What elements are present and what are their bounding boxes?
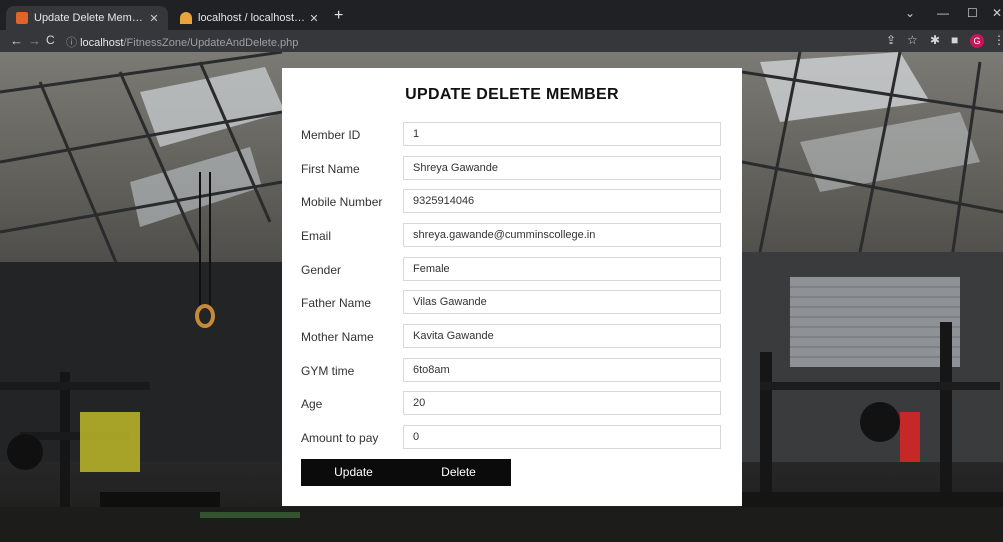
side-panel-icon[interactable]: ■	[951, 33, 958, 47]
member-id-label: Member ID	[301, 128, 361, 142]
father-name-label: Father Name	[301, 296, 372, 310]
page-title: UPDATE DELETE MEMBER	[405, 86, 619, 103]
gender-row: Gender Female	[282, 257, 742, 281]
father-name-row: Father Name Vilas Gawande	[282, 290, 742, 314]
tab-phpmyadmin[interactable]: localhost / localhost:3312 / fitne: ✕	[170, 6, 328, 30]
mother-name-input[interactable]: Kavita Gawande	[403, 324, 721, 348]
profile-avatar[interactable]: G	[970, 34, 984, 48]
update-button[interactable]: Update	[301, 459, 406, 486]
age-label: Age	[301, 397, 323, 411]
gender-input[interactable]: Female	[403, 257, 721, 281]
phpmyadmin-favicon-icon	[180, 12, 192, 24]
tab-update-delete-member[interactable]: Update Delete Member ✕	[6, 6, 168, 30]
first-name-label: First Name	[301, 162, 360, 176]
gym-time-label: GYM time	[301, 364, 355, 378]
father-name-input[interactable]: Vilas Gawande	[403, 290, 721, 314]
mobile-number-label: Mobile Number	[301, 195, 383, 209]
age-row: Age 20	[282, 391, 742, 415]
new-tab-icon[interactable]: +	[334, 7, 343, 25]
tab-search-chevron-icon[interactable]: ⌄	[905, 6, 915, 20]
first-name-row: First Name Shreya Gawande	[282, 156, 742, 180]
url-host: localhost	[80, 37, 124, 49]
amount-to-pay-row: Amount to pay 0	[282, 425, 742, 449]
gender-label: Gender	[301, 263, 342, 277]
url-field[interactable]: ⓘ localhost/FitnessZone/UpdateAndDelete.…	[66, 34, 298, 50]
email-input[interactable]: shreya.gawande@cumminscollege.in	[403, 223, 721, 247]
share-icon[interactable]: ⇪	[886, 33, 896, 47]
extensions-icon[interactable]: ✱	[930, 33, 940, 47]
member-id-row: Member ID 1	[282, 122, 742, 146]
delete-button[interactable]: Delete	[406, 459, 511, 486]
email-row: Email shreya.gawande@cumminscollege.in	[282, 223, 742, 247]
maximize-icon[interactable]: ☐	[967, 6, 978, 20]
tab-title: localhost / localhost:3312 / fitne:	[198, 12, 306, 24]
reload-icon[interactable]: C	[46, 33, 55, 47]
browser-tab-strip: Update Delete Member ✕ localhost / local…	[0, 0, 1003, 30]
address-bar: ← → C ⓘ localhost/FitnessZone/UpdateAndD…	[0, 30, 1003, 52]
gym-time-row: GYM time 6to8am	[282, 358, 742, 382]
amount-to-pay-input[interactable]: 0	[403, 425, 721, 449]
age-input[interactable]: 20	[403, 391, 721, 415]
url-path: /FitnessZone/UpdateAndDelete.php	[123, 37, 299, 49]
tab-title: Update Delete Member	[34, 12, 146, 24]
email-label: Email	[301, 229, 332, 243]
minimize-icon[interactable]: —	[937, 6, 949, 20]
update-delete-form: UPDATE DELETE MEMBER Member ID 1 First N…	[282, 68, 742, 506]
forward-arrow-icon[interactable]: →	[28, 33, 41, 48]
mother-name-label: Mother Name	[301, 330, 374, 344]
menu-kebab-icon[interactable]: ⋮	[993, 33, 1003, 47]
bookmark-star-icon[interactable]: ☆	[907, 33, 918, 47]
site-info-icon[interactable]: ⓘ	[66, 37, 80, 49]
close-tab-icon[interactable]: ✕	[146, 12, 162, 25]
close-window-icon[interactable]: ✕	[992, 6, 1002, 20]
gym-time-input[interactable]: 6to8am	[403, 358, 721, 382]
close-tab-icon[interactable]: ✕	[306, 12, 322, 25]
back-arrow-icon[interactable]: ←	[10, 33, 23, 48]
page-favicon-icon	[16, 12, 28, 24]
mobile-number-row: Mobile Number 9325914046	[282, 189, 742, 213]
mobile-number-input[interactable]: 9325914046	[403, 189, 721, 213]
first-name-input[interactable]: Shreya Gawande	[403, 156, 721, 180]
member-id-input[interactable]: 1	[403, 122, 721, 146]
amount-to-pay-label: Amount to pay	[301, 431, 379, 445]
mother-name-row: Mother Name Kavita Gawande	[282, 324, 742, 348]
